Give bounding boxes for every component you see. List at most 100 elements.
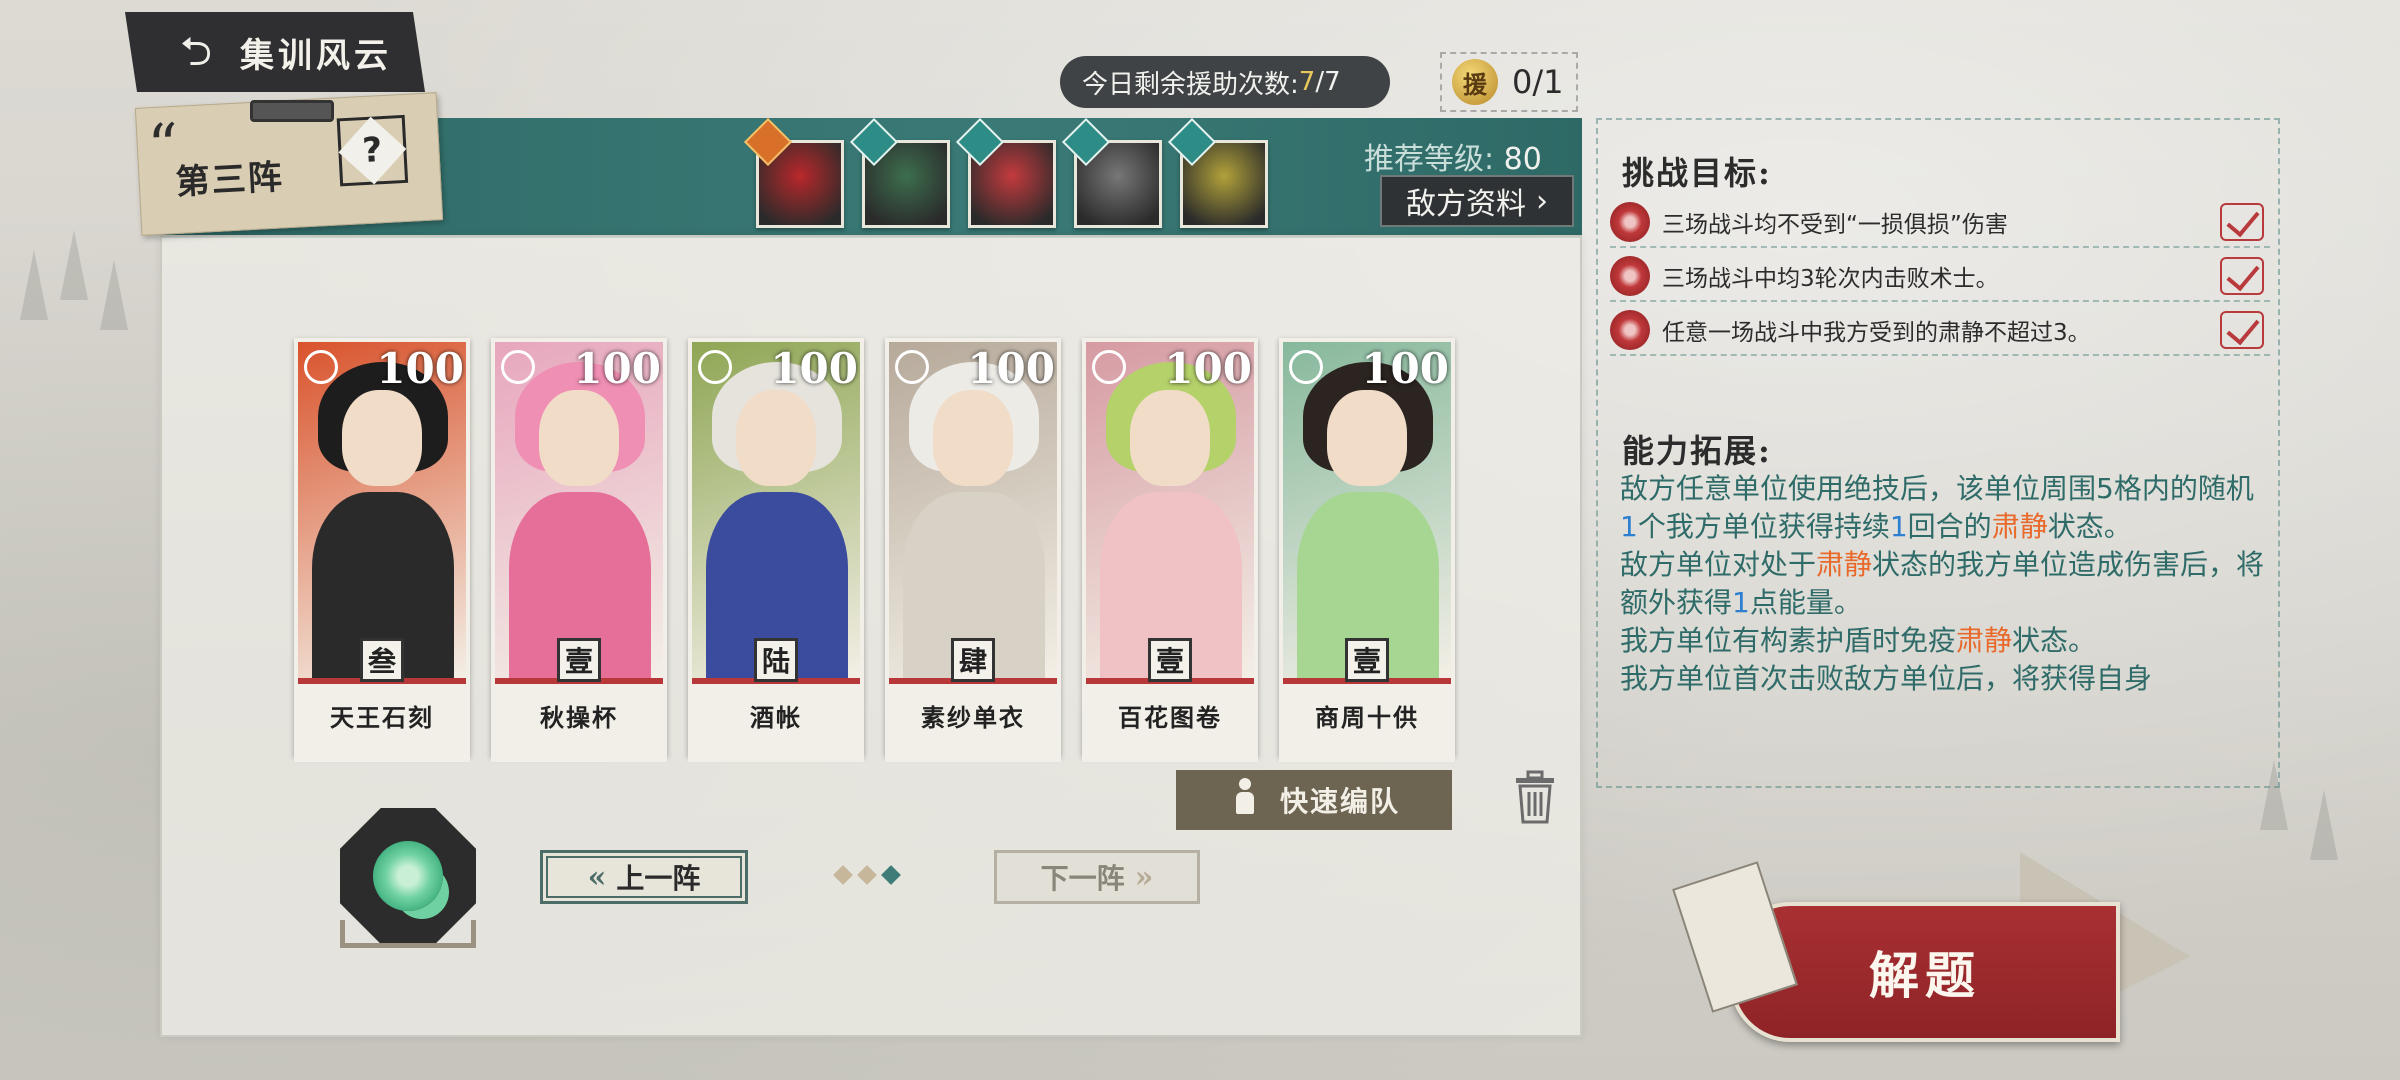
- unit-level: 100: [1361, 344, 1449, 393]
- back-button[interactable]: ⮌ 集训风云: [125, 12, 425, 92]
- unit-portrait: [495, 342, 663, 684]
- unit-card[interactable]: 100 叁 天王石刻: [294, 338, 470, 762]
- emblem-frame: [340, 920, 476, 948]
- background-tree: [2310, 790, 2338, 860]
- unit-class-icon: [501, 350, 535, 384]
- enemy-portrait[interactable]: [743, 117, 844, 228]
- page-dot: [833, 865, 853, 885]
- unit-tier: 叁: [360, 638, 404, 682]
- objective-text: 三场战斗中均3轮次内击败术士。: [1662, 266, 1999, 292]
- unit-level: 100: [967, 344, 1055, 393]
- unit-name: 天王石刻: [330, 703, 434, 732]
- unit-class-icon: [895, 350, 929, 384]
- previous-formation-button[interactable]: « 上一阵: [540, 850, 748, 904]
- unit-level: 100: [573, 344, 661, 393]
- ability-line: 我方单位首次击败敌方单位后，将获得自身: [1620, 662, 2153, 695]
- ability-description: 敌方任意单位使用绝技后，该单位周围5格内的随机1个我方单位获得持续1回合的肃静状…: [1620, 470, 2270, 698]
- unit-name: 商周十供: [1315, 703, 1419, 732]
- formation-label: 第三阵: [174, 157, 285, 203]
- background-tree: [60, 230, 88, 300]
- unit-level: 100: [770, 344, 858, 393]
- unit-class-icon: [1289, 350, 1323, 384]
- recommended-level: 推荐等级: 80: [1364, 134, 1542, 178]
- unit-portrait: [1086, 342, 1254, 684]
- objectives-title: 挑战目标:: [1622, 154, 1772, 192]
- recommended-level-label: 推荐等级:: [1364, 142, 1504, 177]
- check-icon: [2220, 203, 2264, 241]
- trash-icon[interactable]: [1512, 770, 1558, 824]
- enemy-info-button[interactable]: 敌方资料 ›: [1380, 175, 1574, 227]
- page-indicator: [833, 865, 901, 885]
- chevron-right-icon: ›: [1536, 183, 1548, 219]
- blueprint-sketch-icon: [1672, 861, 1798, 1013]
- page-dot-active: [881, 865, 901, 885]
- unit-tier: 肆: [951, 638, 995, 682]
- objective-text: 三场战斗均不受到“一损俱损”伤害: [1662, 212, 2008, 238]
- unit-level: 100: [1164, 344, 1252, 393]
- unit-portrait: [889, 342, 1057, 684]
- unit-tier: 陆: [754, 638, 798, 682]
- check-icon: [2220, 257, 2264, 295]
- unit-card[interactable]: 100 陆 酒帐: [688, 338, 864, 762]
- unit-portrait: [1283, 342, 1451, 684]
- enemy-portrait[interactable]: [1167, 117, 1268, 228]
- seal-icon: [1610, 310, 1650, 350]
- double-chevron-right-icon: »: [1134, 859, 1154, 895]
- unit-card[interactable]: 100 肆 素纱单衣: [885, 338, 1061, 762]
- paper-clip-icon: [250, 100, 334, 122]
- assist-remaining-pill: 今日剩余援助次数: 7 /7: [1060, 56, 1390, 108]
- unit-class-icon: [1092, 350, 1126, 384]
- check-icon: [2220, 311, 2264, 349]
- quick-formation-label: 快速编队: [1279, 785, 1400, 818]
- flower-icon: [373, 841, 443, 911]
- background-tree: [100, 260, 128, 330]
- solve-area: 解题: [1672, 852, 2190, 1052]
- ability-title: 能力拓展:: [1622, 432, 1772, 470]
- back-arrow-icon: ⮌: [180, 29, 213, 75]
- page-title: 集训风云: [240, 35, 392, 76]
- seal-icon: [1610, 202, 1650, 242]
- objective-text: 任意一场战斗中我方受到的肃静不超过3。: [1662, 320, 2091, 346]
- unit-class-icon: [698, 350, 732, 384]
- unit-tier: 壹: [1148, 638, 1192, 682]
- next-formation-label: 下一阵: [1040, 862, 1125, 895]
- unit-portrait: [298, 342, 466, 684]
- unit-class-icon: [304, 350, 338, 384]
- assist-remaining-current: 7: [1298, 67, 1316, 97]
- seal-icon: [1610, 256, 1650, 296]
- ability-line: 敌方单位对处于肃静状态的我方单位造成伤害后，将额外获得1点能量。: [1620, 548, 2265, 619]
- assist-remaining-label: 今日剩余援助次数:: [1082, 69, 1299, 100]
- assist-slot[interactable]: 援 0/1: [1440, 52, 1578, 112]
- person-icon: [1228, 778, 1262, 822]
- unit-name: 秋操杯: [540, 703, 618, 732]
- quick-formation-button[interactable]: 快速编队: [1176, 770, 1452, 830]
- unit-card[interactable]: 100 壹 秋操杯: [491, 338, 667, 762]
- ability-line: 敌方任意单位使用绝技后，该单位周围5格内的随机1个我方单位获得持续1回合的肃静状…: [1620, 472, 2254, 543]
- formation-help-button[interactable]: ?: [336, 114, 409, 187]
- unit-portrait: [692, 342, 860, 684]
- enemy-portrait[interactable]: [1061, 117, 1162, 228]
- previous-formation-label: 上一阵: [616, 862, 701, 895]
- unit-tier: 壹: [1345, 638, 1389, 682]
- assist-remaining-total: /7: [1315, 67, 1341, 97]
- enemy-portrait[interactable]: [955, 117, 1056, 228]
- background-tree: [20, 250, 48, 320]
- unit-name: 百花图卷: [1118, 703, 1222, 732]
- enemy-info-label: 敌方资料: [1406, 187, 1526, 222]
- unit-card[interactable]: 100 壹 百花图卷: [1082, 338, 1258, 762]
- unit-card[interactable]: 100 壹 商周十供: [1279, 338, 1455, 762]
- question-icon: ?: [361, 130, 384, 172]
- recommended-level-value: 80: [1503, 142, 1542, 177]
- assist-icon: 援: [1452, 59, 1498, 105]
- page-dot: [857, 865, 877, 885]
- ability-line: 我方单位有构素护盾时免疫肃静状态。: [1620, 624, 2097, 657]
- enemy-portrait[interactable]: [849, 117, 950, 228]
- next-formation-button[interactable]: 下一阵 »: [994, 850, 1200, 904]
- objective-item: 三场战斗中均3轮次内击败术士。: [1610, 252, 2270, 302]
- objective-item: 三场战斗均不受到“一损俱损”伤害: [1610, 198, 2270, 248]
- assist-count: 0/1: [1512, 63, 1564, 101]
- unit-name: 酒帐: [750, 703, 802, 732]
- unit-name: 素纱单衣: [921, 703, 1025, 732]
- objective-item: 任意一场战斗中我方受到的肃静不超过3。: [1610, 306, 2270, 356]
- double-chevron-left-icon: «: [587, 859, 607, 895]
